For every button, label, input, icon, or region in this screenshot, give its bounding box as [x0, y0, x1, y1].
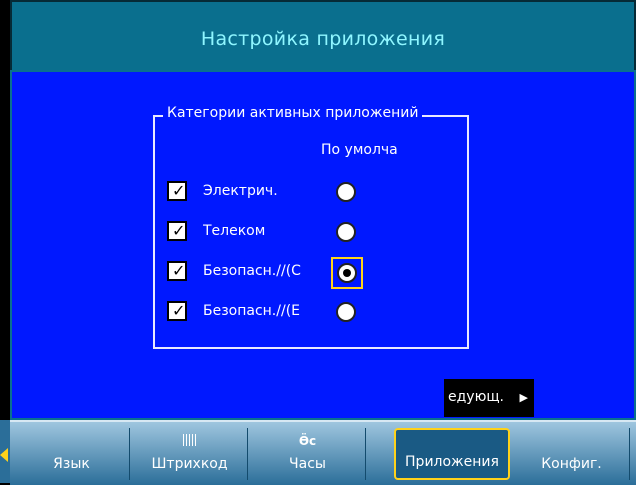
app-label-safety-e: Безопасн.//(Е: [203, 303, 301, 319]
default-column-header: По умолча: [321, 142, 398, 158]
default-radio-telecom[interactable]: [333, 219, 359, 245]
app-checkbox-electric[interactable]: ✓: [167, 181, 187, 201]
tab-barcode[interactable]: Штрихкод: [132, 428, 248, 480]
checkmark-icon: ✓: [172, 301, 186, 320]
tab-clock[interactable]: Ӫс Часы: [250, 428, 366, 480]
radio-icon: [336, 222, 356, 242]
tab-config[interactable]: Конфиг.: [514, 428, 630, 480]
app-label-telecom: Телеком: [203, 223, 266, 239]
tab-barcode-label: Штрихкод: [151, 456, 228, 472]
next-button-label: едующ.: [448, 389, 504, 405]
arrow-right-icon: ▶: [519, 391, 528, 404]
barcode-icon: [132, 434, 247, 449]
tab-applications[interactable]: Приложения: [394, 428, 510, 480]
tab-language[interactable]: Язык: [14, 428, 130, 480]
app-label-safety-c: Безопасн.//(С: [203, 263, 301, 279]
app-checkbox-telecom[interactable]: ✓: [167, 221, 187, 241]
settings-panel: Категории активных приложений По умолча …: [10, 70, 636, 420]
default-radio-electric[interactable]: [333, 179, 359, 205]
app-screen: Настройка приложения Категории активных …: [10, 0, 636, 485]
clock-icon: Ӫс: [298, 434, 317, 448]
radio-icon: [336, 182, 356, 202]
tab-applications-label: Приложения: [405, 454, 499, 470]
radio-selected-icon: [337, 263, 357, 283]
app-row-safety-c: ✓ Безопасн.//(С: [167, 257, 457, 289]
group-legend: Категории активных приложений: [163, 105, 423, 121]
tab-clock-label: Часы: [289, 456, 326, 472]
checkmark-icon: ✓: [172, 221, 186, 240]
default-radio-safety-c[interactable]: [331, 257, 363, 289]
scroll-left-icon[interactable]: [0, 448, 8, 462]
app-row-telecom: ✓ Телеком: [167, 219, 457, 245]
app-label-electric: Электрич.: [203, 183, 278, 199]
checkmark-icon: ✓: [172, 181, 186, 200]
app-checkbox-safety-c[interactable]: ✓: [167, 261, 187, 281]
default-radio-safety-e[interactable]: [333, 299, 359, 325]
window-title: Настройка приложения: [200, 28, 446, 50]
bottom-tab-bar: Язык Штрихкод Ӫс Часы Приложения Конфиг.: [10, 420, 636, 485]
title-bar: Настройка приложения: [10, 0, 636, 78]
app-row-safety-e: ✓ Безопасн.//(Е: [167, 299, 457, 325]
tab-language-label: Язык: [53, 456, 90, 472]
active-apps-group: Категории активных приложений По умолча …: [153, 105, 469, 349]
next-button[interactable]: едующ. ▶: [444, 379, 534, 417]
app-checkbox-safety-e[interactable]: ✓: [167, 301, 187, 321]
radio-icon: [336, 302, 356, 322]
app-row-electric: ✓ Электрич.: [167, 179, 457, 205]
checkmark-icon: ✓: [172, 261, 186, 280]
tab-config-label: Конфиг.: [541, 456, 602, 472]
